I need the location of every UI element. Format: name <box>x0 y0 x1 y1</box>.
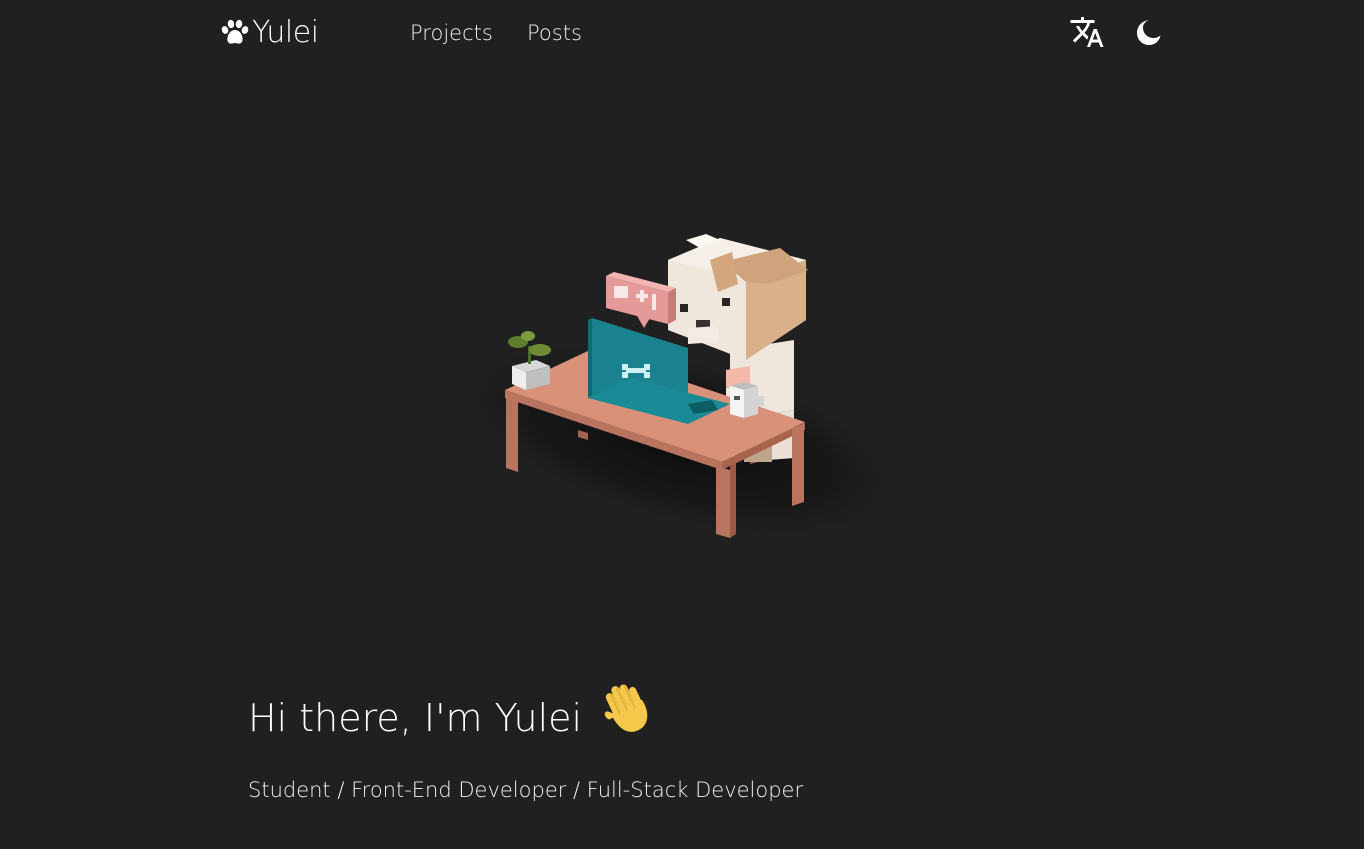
theme-toggle-button[interactable] <box>1130 16 1166 52</box>
translate-icon <box>1069 14 1105 54</box>
nav-link-posts[interactable]: Posts <box>527 19 582 47</box>
hero-illustration <box>400 200 940 580</box>
top-navigation: Yulei Projects Posts <box>0 0 1364 68</box>
hero-greeting: Hi there, I'm Yulei <box>248 696 583 740</box>
paw-icon <box>219 17 251 49</box>
waving-hand-icon <box>598 676 662 740</box>
moon-icon <box>1132 16 1164 52</box>
page: Yulei Projects Posts Hi there, I'm Yulei… <box>0 0 1364 849</box>
nav-link-projects[interactable]: Projects <box>410 19 493 47</box>
hero-subtitle: Student / Front-End Developer / Full-Sta… <box>248 778 804 802</box>
like-badge <box>606 272 676 328</box>
logo-text: Yulei <box>252 15 319 50</box>
language-toggle-button[interactable] <box>1069 16 1105 52</box>
home-logo-link[interactable]: Yulei <box>219 13 319 53</box>
